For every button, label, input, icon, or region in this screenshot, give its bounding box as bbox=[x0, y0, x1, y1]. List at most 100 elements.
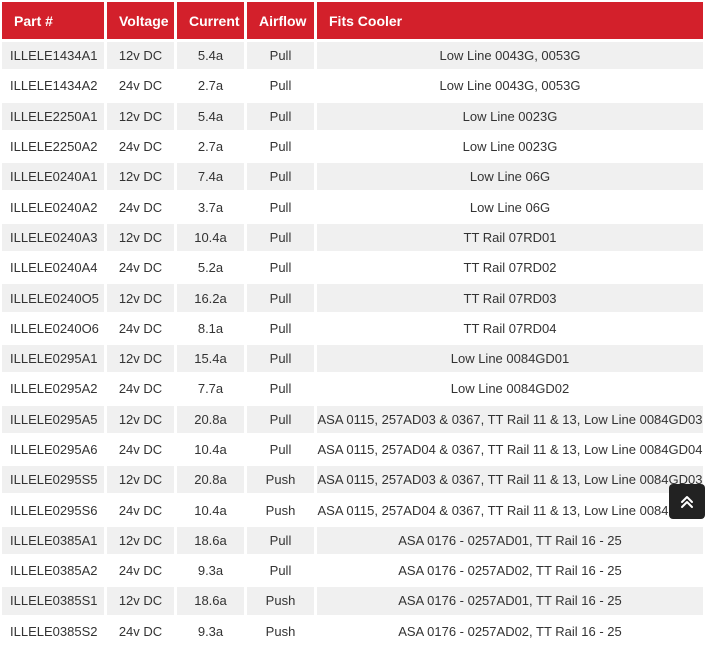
cell-airflow: Pull bbox=[247, 344, 314, 373]
cell-airflow: Pull bbox=[247, 42, 314, 70]
cell-fits-cooler: Low Line 0023G bbox=[317, 132, 703, 161]
cell-airflow: Pull bbox=[247, 314, 314, 342]
cell-current: 10.4a bbox=[177, 435, 244, 464]
cell-fits-cooler: ASA 0176 - 0257AD01, TT Rail 16 - 25 bbox=[317, 526, 703, 555]
cell-fits-cooler: Low Line 0043G, 0053G bbox=[317, 72, 703, 100]
table-row: ILLELE0295A2 24v DC 7.7a Pull Low Line 0084G… bbox=[2, 375, 703, 403]
cell-voltage: 24v DC bbox=[107, 496, 174, 524]
cell-fits-cooler: ASA 0176 - 0257AD02, TT Rail 16 - 25 bbox=[317, 557, 703, 585]
cell-voltage: 12v DC bbox=[107, 284, 174, 312]
cell-fits-cooler: Low Line 0084GD01 bbox=[317, 344, 703, 373]
table-row: ILLELE0240A3 12v DC 10.4a Pull TT Rail 07RD0… bbox=[2, 223, 703, 252]
cell-airflow: Pull bbox=[247, 193, 314, 221]
cell-airflow: Pull bbox=[247, 375, 314, 403]
cell-part-number: ILLELE0385S2 bbox=[2, 617, 104, 645]
cell-current: 18.6a bbox=[177, 587, 244, 615]
cell-part-number: ILLELE0295A6 bbox=[2, 435, 104, 464]
table-row: ILLELE0385A1 12v DC 18.6a Pull ASA 0176 - 02… bbox=[2, 526, 703, 555]
cell-part-number: ILLELE0240A3 bbox=[2, 223, 104, 252]
cell-current: 9.3a bbox=[177, 617, 244, 645]
cell-airflow: Push bbox=[247, 587, 314, 615]
table-row: ILLELE2250A2 24v DC 2.7a Pull Low Line 0023G bbox=[2, 132, 703, 161]
cell-part-number: ILLELE1434A2 bbox=[2, 72, 104, 100]
cell-airflow: Push bbox=[247, 496, 314, 524]
cell-voltage: 24v DC bbox=[107, 254, 174, 282]
cell-voltage: 12v DC bbox=[107, 102, 174, 130]
cell-fits-cooler: ASA 0115, 257AD04 & 0367, TT Rail 11 & 1… bbox=[317, 435, 703, 464]
table-row: ILLELE0240A2 24v DC 3.7a Pull Low Line 06G bbox=[2, 193, 703, 221]
header-fits-cooler: Fits Cooler bbox=[317, 2, 703, 39]
cell-current: 7.7a bbox=[177, 375, 244, 403]
cell-airflow: Pull bbox=[247, 284, 314, 312]
cell-current: 2.7a bbox=[177, 132, 244, 161]
table-row: ILLELE2250A1 12v DC 5.4a Pull Low Line 0023G bbox=[2, 102, 703, 130]
cell-airflow: Pull bbox=[247, 102, 314, 130]
cell-part-number: ILLELE2250A1 bbox=[2, 102, 104, 130]
table-row: ILLELE0295A5 12v DC 20.8a Pull ASA 0115, 257… bbox=[2, 405, 703, 433]
cell-voltage: 24v DC bbox=[107, 375, 174, 403]
cell-current: 20.8a bbox=[177, 466, 244, 494]
cell-airflow: Pull bbox=[247, 72, 314, 100]
table-row: ILLELE0240A1 12v DC 7.4a Pull Low Line 06G bbox=[2, 163, 703, 191]
table-row: ILLELE0385S2 24v DC 9.3a Push ASA 0176 - 025… bbox=[2, 617, 703, 645]
cell-fits-cooler: Low Line 0023G bbox=[317, 102, 703, 130]
cell-fits-cooler: ASA 0115, 257AD04 & 0367, TT Rail 11 & 1… bbox=[317, 496, 703, 524]
cell-fits-cooler: ASA 0176 - 0257AD01, TT Rail 16 - 25 bbox=[317, 587, 703, 615]
cell-part-number: ILLELE0385S1 bbox=[2, 587, 104, 615]
cell-voltage: 24v DC bbox=[107, 314, 174, 342]
cell-current: 3.7a bbox=[177, 193, 244, 221]
double-chevron-up-icon bbox=[681, 495, 693, 508]
cell-airflow: Pull bbox=[247, 435, 314, 464]
cell-airflow: Pull bbox=[247, 223, 314, 252]
cell-airflow: Push bbox=[247, 617, 314, 645]
cell-current: 5.4a bbox=[177, 102, 244, 130]
cell-voltage: 24v DC bbox=[107, 193, 174, 221]
table-row: ILLELE0295A6 24v DC 10.4a Pull ASA 0115, 257… bbox=[2, 435, 703, 464]
cell-voltage: 24v DC bbox=[107, 132, 174, 161]
cell-airflow: Push bbox=[247, 466, 314, 494]
cell-fits-cooler: ASA 0115, 257AD03 & 0367, TT Rail 11 & 1… bbox=[317, 405, 703, 433]
table-row: ILLELE0385S1 12v DC 18.6a Push ASA 0176 - 02… bbox=[2, 587, 703, 615]
cell-current: 16.2a bbox=[177, 284, 244, 312]
cell-current: 20.8a bbox=[177, 405, 244, 433]
cell-current: 10.4a bbox=[177, 223, 244, 252]
cell-part-number: ILLELE0240O5 bbox=[2, 284, 104, 312]
table-row: ILLELE1434A1 12v DC 5.4a Pull Low Line 0043G… bbox=[2, 42, 703, 70]
parts-table-body: ILLELE1434A1 12v DC 5.4a Pull Low Line 0043G… bbox=[2, 42, 703, 645]
cell-airflow: Pull bbox=[247, 163, 314, 191]
cell-voltage: 24v DC bbox=[107, 435, 174, 464]
table-row: ILLELE0240O5 12v DC 16.2a Pull TT Rail 07RD0… bbox=[2, 284, 703, 312]
cell-current: 5.4a bbox=[177, 42, 244, 70]
cell-part-number: ILLELE2250A2 bbox=[2, 132, 104, 161]
table-row: ILLELE0295A1 12v DC 15.4a Pull Low Line 0084… bbox=[2, 344, 703, 373]
cell-voltage: 12v DC bbox=[107, 163, 174, 191]
cell-airflow: Pull bbox=[247, 132, 314, 161]
table-row: ILLELE0240A4 24v DC 5.2a Pull TT Rail 07RD02 bbox=[2, 254, 703, 282]
parts-table: Part # Voltage Current Airflow Fits Cool… bbox=[0, 0, 706, 648]
cell-voltage: 12v DC bbox=[107, 405, 174, 433]
cell-part-number: ILLELE0295S5 bbox=[2, 466, 104, 494]
cell-part-number: ILLELE0295A2 bbox=[2, 375, 104, 403]
cell-voltage: 12v DC bbox=[107, 344, 174, 373]
table-row: ILLELE0295S6 24v DC 10.4a Push ASA 0115, 257… bbox=[2, 496, 703, 524]
cell-airflow: Pull bbox=[247, 254, 314, 282]
cell-fits-cooler: TT Rail 07RD01 bbox=[317, 223, 703, 252]
cell-fits-cooler: TT Rail 07RD02 bbox=[317, 254, 703, 282]
cell-fits-cooler: TT Rail 07RD04 bbox=[317, 314, 703, 342]
cell-current: 5.2a bbox=[177, 254, 244, 282]
cell-voltage: 12v DC bbox=[107, 42, 174, 70]
cell-part-number: ILLELE0295A5 bbox=[2, 405, 104, 433]
cell-voltage: 24v DC bbox=[107, 617, 174, 645]
scroll-to-top-button[interactable] bbox=[669, 484, 705, 519]
cell-current: 15.4a bbox=[177, 344, 244, 373]
cell-voltage: 24v DC bbox=[107, 72, 174, 100]
cell-part-number: ILLELE0240A2 bbox=[2, 193, 104, 221]
table-row: ILLELE0385A2 24v DC 9.3a Pull ASA 0176 - 025… bbox=[2, 557, 703, 585]
cell-airflow: Pull bbox=[247, 557, 314, 585]
header-voltage: Voltage bbox=[107, 2, 174, 39]
cell-current: 8.1a bbox=[177, 314, 244, 342]
header-airflow: Airflow bbox=[247, 2, 314, 39]
cell-voltage: 24v DC bbox=[107, 557, 174, 585]
cell-voltage: 12v DC bbox=[107, 466, 174, 494]
cell-voltage: 12v DC bbox=[107, 587, 174, 615]
